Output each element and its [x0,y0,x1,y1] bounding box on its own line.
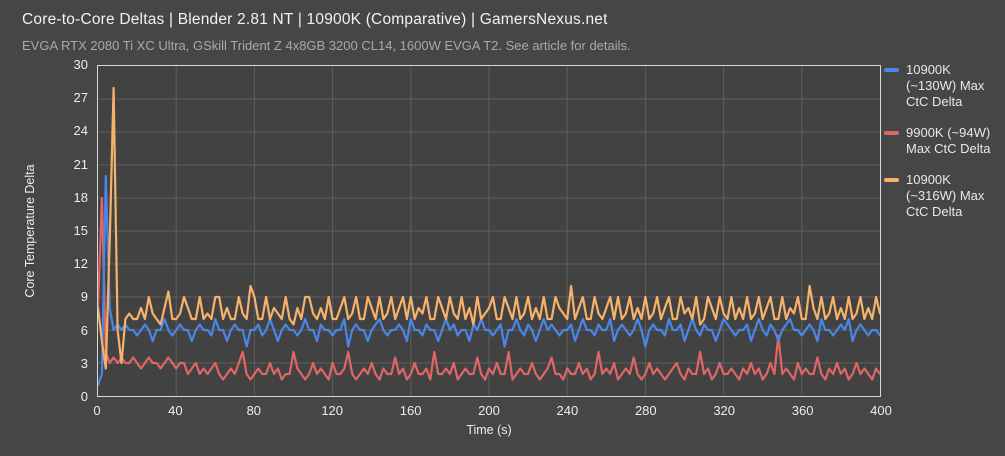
x-tick-label: 160 [399,403,422,418]
legend-item-label: 10900K (~316W) Max CtC Delta [906,172,985,219]
x-tick-label: 80 [246,403,262,418]
y-tick-label: 21 [73,156,88,172]
x-tick-label: 280 [634,403,657,418]
legend-swatch-blue-icon [884,68,899,72]
x-tick-label: 240 [556,403,579,418]
legend-item-9900k-94w: 9900K (~94W) Max CtC Delta [884,125,1002,157]
chart-canvas: { "header": { "title": "Core-to-Core Del… [0,0,1005,456]
x-tick-label: 120 [321,403,344,418]
y-tick-label: 30 [73,57,88,72]
x-tick-label: 400 [870,403,892,418]
y-tick-label: 27 [73,90,88,106]
y-tick-label: 6 [80,322,88,338]
y-tick-label: 15 [73,223,88,238]
legend: 10900K (~130W) Max CtC Delta 9900K (~94W… [884,62,1002,220]
legend-item-label: 9900K (~94W) Max CtC Delta [906,125,991,156]
legend-swatch-red-icon [884,131,899,135]
legend-item-label: 10900K (~130W) Max CtC Delta [906,62,985,109]
y-axis-title: Core Temperature Delta [23,164,37,298]
legend-item-10900k-130w: 10900K (~130W) Max CtC Delta [884,62,1002,110]
x-axis-title: Time (s) [466,423,512,437]
x-tick-label: 0 [93,403,101,418]
chart-subtitle: EVGA RTX 2080 Ti XC Ultra, GSkill Triden… [22,38,631,53]
x-tick-label: 320 [713,403,736,418]
legend-swatch-orange-icon [884,178,899,182]
y-tick-label: 9 [80,289,88,305]
x-tick-label: 360 [791,403,814,418]
y-tick-label: 18 [73,189,88,205]
y-tick-label: 24 [73,123,88,139]
x-tick-label: 200 [478,403,500,418]
chart-title: Core-to-Core Deltas | Blender 2.81 NT | … [22,11,608,28]
line-chart-svg [98,66,880,396]
y-tick-label: 12 [73,256,88,272]
legend-item-10900k-316w: 10900K (~316W) Max CtC Delta [884,172,1002,220]
x-tick-label: 40 [168,403,183,418]
y-tick-label: 3 [80,355,88,371]
plot-area [97,65,881,397]
